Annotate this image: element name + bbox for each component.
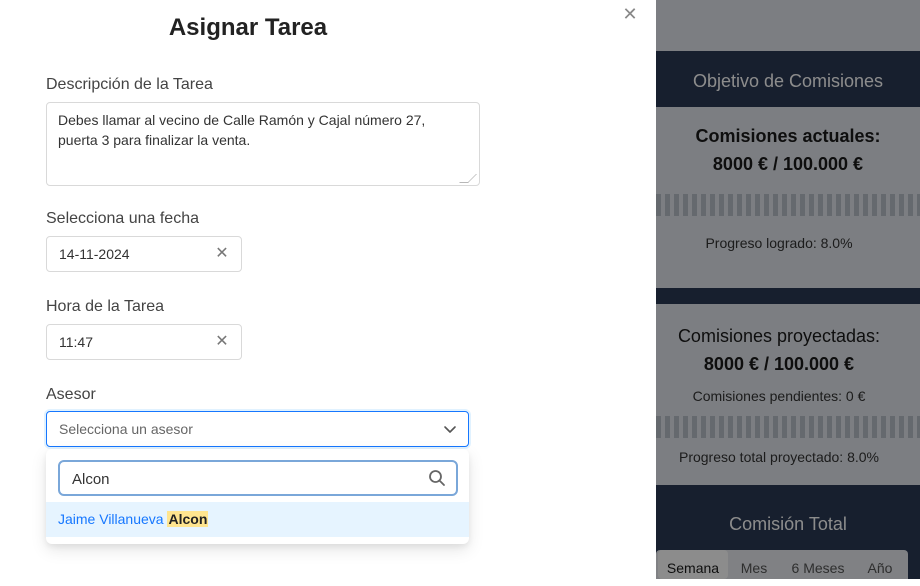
search-icon[interactable] — [428, 469, 446, 487]
date-label: Selecciona una fecha — [46, 210, 199, 227]
chevron-down-icon — [444, 426, 456, 433]
description-textarea[interactable]: Debes llamar al vecino de Calle Ramón y … — [46, 102, 480, 186]
clear-date-icon[interactable]: ✕ — [213, 245, 231, 263]
close-icon[interactable]: ✕ — [620, 4, 640, 24]
modal-title: Asignar Tarea — [168, 14, 328, 41]
time-value: 11:47 — [59, 334, 93, 350]
advisor-placeholder: Selecciona un asesor — [59, 421, 193, 437]
description-label: Descripción de la Tarea — [46, 76, 213, 93]
advisor-label: Asesor — [46, 386, 96, 403]
advisor-dropdown: Jaime Villanueva Alcon — [46, 449, 469, 544]
date-value: 14-11-2024 — [59, 246, 130, 262]
advisor-search[interactable] — [58, 460, 458, 496]
option-match-highlight: Alcon — [167, 511, 209, 527]
modal-backdrop[interactable] — [656, 0, 920, 579]
advisor-search-input[interactable] — [70, 462, 414, 496]
advisor-select[interactable]: Selecciona un asesor — [46, 411, 469, 447]
advisor-option[interactable]: Jaime Villanueva Alcon — [46, 502, 469, 537]
date-picker[interactable]: 14-11-2024 ✕ — [46, 236, 242, 272]
time-picker[interactable]: 11:47 ✕ — [46, 324, 242, 360]
time-label: Hora de la Tarea — [46, 298, 164, 315]
clear-time-icon[interactable]: ✕ — [213, 333, 231, 351]
option-name: Jaime Villanueva — [58, 511, 168, 527]
assign-task-modal: Asignar Tarea ✕ Descripción de la Tarea … — [0, 0, 656, 579]
